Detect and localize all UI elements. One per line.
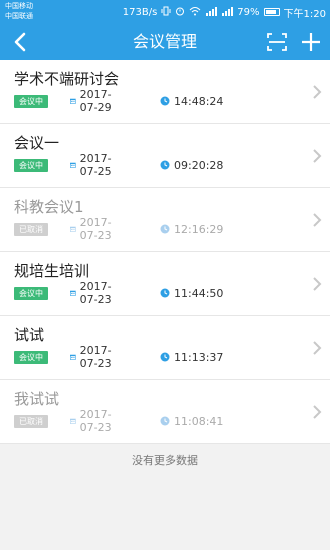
- carrier-2: 中国联通: [5, 12, 33, 20]
- time-group: 12:16:29: [160, 222, 223, 236]
- battery-icon: [263, 8, 280, 16]
- meeting-date: 2017-07-29: [79, 88, 112, 114]
- time-group: 11:13:37: [160, 350, 223, 364]
- alarm-icon: [175, 6, 185, 19]
- meeting-title: 科教会议1: [14, 198, 84, 216]
- clock-icon: [160, 288, 170, 298]
- chevron-right-icon: [313, 149, 322, 163]
- battery-percent: 79%: [237, 6, 260, 18]
- meeting-date: 2017-07-25: [79, 152, 112, 178]
- date-group: 2017-07-23: [70, 344, 116, 370]
- carrier-info: 中国移动 中国联通: [5, 1, 33, 21]
- meeting-row[interactable]: 会议一 会议中 2017-07-25 09:20:28: [0, 124, 330, 188]
- meeting-time: 11:08:41: [174, 414, 224, 428]
- time-group: 11:08:41: [160, 414, 223, 428]
- status-badge: 会议中: [14, 158, 48, 172]
- scan-button[interactable]: [264, 29, 290, 55]
- time-group: 14:48:24: [160, 94, 223, 108]
- meeting-row[interactable]: 规培生培训 会议中 2017-07-23 11:44:50: [0, 252, 330, 316]
- meeting-meta: 已取消 2017-07-23 11:08:41: [14, 408, 223, 434]
- calendar-icon: [70, 162, 76, 168]
- calendar-icon: [70, 226, 76, 232]
- meeting-date: 2017-07-23: [79, 408, 112, 434]
- network-speed: 173B/s: [122, 6, 158, 18]
- meeting-date: 2017-07-23: [79, 280, 112, 306]
- meeting-title: 我试试: [14, 390, 60, 408]
- meeting-title: 规培生培训: [14, 262, 90, 280]
- meeting-row[interactable]: 学术不端研讨会 会议中 2017-07-29 14:48:24: [0, 60, 330, 124]
- clock-icon: [160, 160, 170, 170]
- meeting-date: 2017-07-23: [79, 344, 112, 370]
- nav-bar: 会议管理: [0, 24, 330, 60]
- chevron-right-icon: [313, 85, 322, 99]
- chevron-right-icon: [313, 341, 322, 355]
- meeting-title: 试试: [14, 326, 45, 344]
- meeting-time: 11:44:50: [174, 286, 224, 300]
- date-group: 2017-07-25: [70, 152, 116, 178]
- date-group: 2017-07-23: [70, 216, 116, 242]
- clock-icon: [160, 352, 170, 362]
- chevron-right-icon: [313, 277, 322, 291]
- date-group: 2017-07-29: [70, 88, 116, 114]
- date-group: 2017-07-23: [70, 280, 116, 306]
- status-right: 173B/s 79% 下午1:20: [122, 5, 326, 20]
- vibrate-icon: [161, 6, 171, 19]
- calendar-icon: [70, 354, 76, 360]
- clock-icon: [160, 416, 170, 426]
- status-badge: 已取消: [14, 222, 48, 236]
- calendar-icon: [70, 98, 76, 104]
- signal-icon: [205, 6, 218, 19]
- no-more-data-text: 没有更多数据: [132, 454, 198, 467]
- time-group: 11:44:50: [160, 286, 223, 300]
- time-group: 09:20:28: [160, 158, 223, 172]
- meeting-row[interactable]: 科教会议1 已取消 2017-07-23 12:16:29: [0, 188, 330, 252]
- status-bar: 中国移动 中国联通 173B/s 79% 下午1:20: [0, 0, 330, 24]
- clock-icon: [160, 224, 170, 234]
- wifi-icon: [189, 6, 201, 19]
- plus-icon: [302, 33, 320, 51]
- chevron-right-icon: [313, 405, 322, 419]
- status-badge: 会议中: [14, 286, 48, 300]
- meeting-time: 12:16:29: [174, 222, 224, 236]
- carrier-1: 中国移动: [5, 2, 33, 10]
- meeting-meta: 会议中 2017-07-25 09:20:28: [14, 152, 223, 178]
- meeting-meta: 会议中 2017-07-23 11:13:37: [14, 344, 223, 370]
- meeting-time: 11:13:37: [174, 350, 224, 364]
- meeting-meta: 已取消 2017-07-23 12:16:29: [14, 216, 223, 242]
- chevron-right-icon: [313, 213, 322, 227]
- calendar-icon: [70, 418, 76, 424]
- meeting-row[interactable]: 试试 会议中 2017-07-23 11:13:37: [0, 316, 330, 380]
- meeting-title: 学术不端研讨会: [14, 70, 120, 88]
- meeting-list: 学术不端研讨会 会议中 2017-07-29 14:48:24 会议一 会议中 …: [0, 60, 330, 444]
- clock-icon: [160, 96, 170, 106]
- meeting-time: 09:20:28: [174, 158, 224, 172]
- meeting-date: 2017-07-23: [79, 216, 112, 242]
- meeting-title: 会议一: [14, 134, 60, 152]
- add-meeting-button[interactable]: [298, 29, 324, 55]
- status-badge: 会议中: [14, 350, 48, 364]
- signal-icon-2: [221, 6, 234, 19]
- scan-icon: [267, 33, 287, 51]
- date-group: 2017-07-23: [70, 408, 116, 434]
- calendar-icon: [70, 290, 76, 296]
- status-badge: 会议中: [14, 94, 48, 108]
- meeting-time: 14:48:24: [174, 94, 224, 108]
- meeting-meta: 会议中 2017-07-29 14:48:24: [14, 88, 223, 114]
- meeting-meta: 会议中 2017-07-23 11:44:50: [14, 280, 223, 306]
- clock: 下午1:20: [283, 8, 326, 20]
- status-badge: 已取消: [14, 414, 48, 428]
- meeting-row[interactable]: 我试试 已取消 2017-07-23 11:08:41: [0, 380, 330, 444]
